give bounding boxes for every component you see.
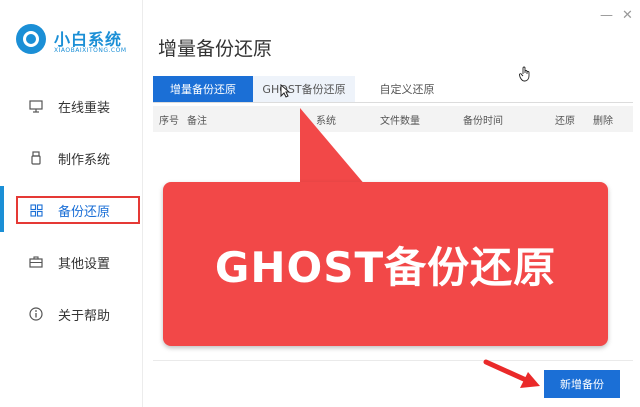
tab-bar: 增量备份还原 GHOST备份还原 自定义还原 xyxy=(153,76,633,103)
column-header-index: 序号 xyxy=(159,116,179,127)
column-header-delete: 删除 xyxy=(593,116,613,127)
sidebar-item-online-reinstall[interactable]: 在线重装 xyxy=(28,94,140,118)
sidebar-item-about-help[interactable]: 关于帮助 xyxy=(28,302,140,326)
close-button[interactable]: ✕ xyxy=(622,8,633,23)
sidebar-item-label: 关于帮助 xyxy=(58,308,111,324)
toolbox-icon xyxy=(28,254,44,270)
page-title: 增量备份还原 xyxy=(158,38,273,60)
usb-icon xyxy=(28,150,44,166)
monitor-icon xyxy=(28,98,44,114)
footer-divider xyxy=(153,360,633,361)
annotation-callout: GHOST备份还原 xyxy=(163,182,608,346)
pointer-cursor-icon xyxy=(280,83,291,102)
sidebar-item-label: 在线重装 xyxy=(58,100,111,116)
tab-custom-restore[interactable]: 自定义还原 xyxy=(357,76,457,102)
active-indicator xyxy=(0,186,4,232)
tab-ghost-backup[interactable]: GHOST备份还原 xyxy=(253,76,355,102)
column-header-backup-time: 备份时间 xyxy=(463,116,503,127)
grid-icon xyxy=(28,202,44,218)
sidebar-item-backup-restore[interactable]: 备份还原 xyxy=(28,198,140,222)
app-subtitle: XIAOBAIXITONG.COM xyxy=(54,47,127,54)
app-logo: 小白系统 XIAOBAIXITONG.COM xyxy=(14,20,144,64)
column-header-system: 系统 xyxy=(316,116,336,127)
tab-incremental-backup[interactable]: 增量备份还原 xyxy=(153,76,253,102)
new-backup-button[interactable]: 新增备份 xyxy=(544,370,620,398)
sidebar-item-label: 制作系统 xyxy=(58,152,111,168)
column-header-note: 备注 xyxy=(187,116,207,127)
sidebar-item-make-system[interactable]: 制作系统 xyxy=(28,146,140,170)
sidebar-item-other-settings[interactable]: 其他设置 xyxy=(28,250,140,274)
info-icon xyxy=(28,306,44,322)
sidebar: 小白系统 XIAOBAIXITONG.COM 在线重装 制作系统 备份还原 其他… xyxy=(0,0,143,407)
hand-cursor-icon xyxy=(519,66,531,86)
column-header-restore: 还原 xyxy=(555,116,575,127)
callout-text: GHOST备份还原 xyxy=(214,242,557,292)
minimize-button[interactable]: — xyxy=(600,8,613,23)
sidebar-item-label: 备份还原 xyxy=(58,204,111,220)
table-header: 序号 备注 系统 文件数量 备份时间 还原 删除 xyxy=(153,106,633,132)
column-header-file-count: 文件数量 xyxy=(380,116,420,127)
sidebar-item-label: 其他设置 xyxy=(58,256,111,272)
